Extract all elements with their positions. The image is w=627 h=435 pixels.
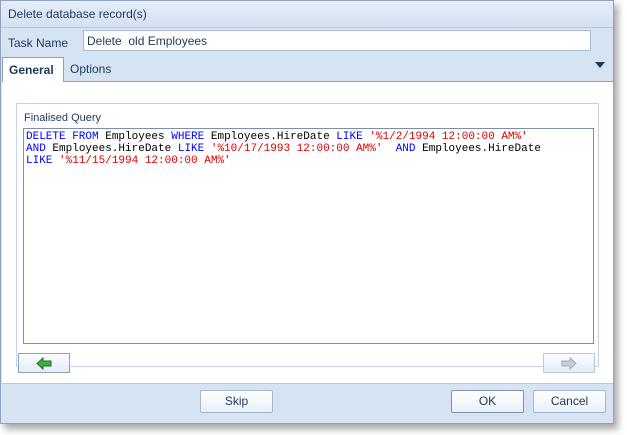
ok-button[interactable]: OK (451, 390, 524, 413)
sql-keyword: DELETE FROM (26, 131, 99, 143)
query-line: LIKE '%11/15/1994 12:00:00 AM%' (26, 155, 591, 167)
general-tab-panel: Finalised Query DELETE FROM Employees WH… (2, 81, 613, 384)
sql-keyword: WHERE (171, 131, 205, 143)
skip-button[interactable]: Skip (200, 390, 273, 413)
finalised-query-group: Finalised Query DELETE FROM Employees WH… (16, 103, 599, 367)
arrow-right-icon (561, 357, 577, 370)
window-title: Delete database record(s) (8, 7, 147, 21)
arrow-left-icon (36, 357, 52, 370)
sql-text: Employees.HireDate (45, 143, 178, 155)
tab-strip: General Options (2, 57, 613, 82)
back-button[interactable] (18, 353, 70, 373)
tab-options[interactable]: Options (64, 57, 124, 81)
sql-keyword: LIKE (26, 155, 53, 167)
sql-keyword: LIKE (177, 143, 205, 155)
title-bar: Delete database record(s) (1, 1, 613, 28)
sql-keyword: AND (395, 143, 416, 155)
sql-text: Employees.HireDate (415, 143, 541, 155)
sql-string: '%11/15/1994 12:00:00 AM%' (59, 155, 231, 167)
sql-text: Employees.HireDate (204, 131, 337, 143)
sql-string: '%1/2/1994 12:00:00 AM%' (369, 131, 528, 143)
sql-string: '%10/17/1993 12:00:00 AM%' (210, 143, 383, 155)
query-text-area[interactable]: DELETE FROM Employees WHERE Employees.Hi… (23, 128, 594, 344)
query-line: DELETE FROM Employees WHERE Employees.Hi… (26, 131, 591, 143)
forward-button[interactable] (543, 353, 595, 373)
task-name-label: Task Name (8, 36, 69, 50)
cancel-button[interactable]: Cancel (533, 390, 606, 413)
dialog-window: Delete database record(s) Task Name Gene… (0, 0, 614, 424)
sql-text: Employees (98, 131, 172, 143)
group-label: Finalised Query (24, 112, 102, 124)
task-name-input[interactable] (83, 30, 591, 51)
tab-general[interactable]: General (2, 57, 64, 82)
query-line: AND Employees.HireDate LIKE '%10/17/1993… (26, 143, 591, 155)
sql-keyword: AND (26, 143, 46, 155)
sql-keyword: LIKE (336, 131, 363, 143)
tab-menu-dropdown-icon[interactable] (595, 62, 605, 68)
